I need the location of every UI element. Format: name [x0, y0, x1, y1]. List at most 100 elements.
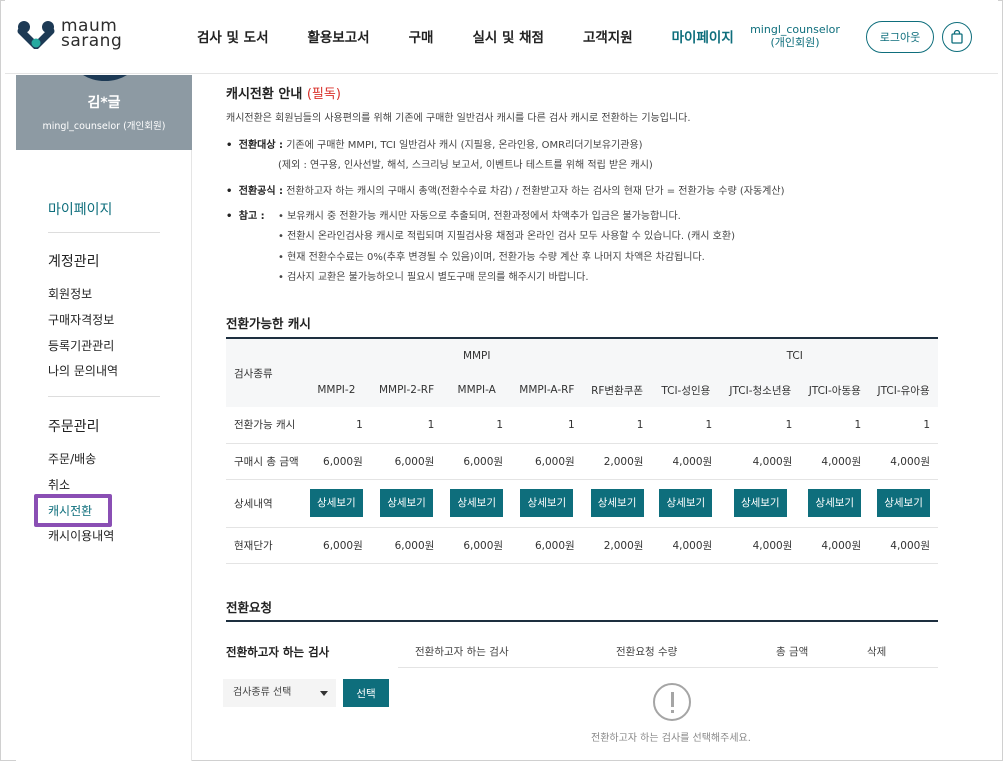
cash-table-col: MMPI-2 [317, 384, 356, 396]
nav-item-reports[interactable]: 활용보고서 [308, 26, 370, 46]
test-type-select-value: 검사종류 선택 [233, 687, 292, 698]
detail-button[interactable]: 상세보기 [733, 489, 787, 517]
cell-total: 4,000원 [800, 443, 870, 480]
notice-reference: • 참고 : [226, 211, 265, 222]
notice-ref-item: • 전환시 온라인검사용 캐시로 적립되며 지필검사용 채점과 온라인 검사 모… [278, 231, 735, 242]
detail-button[interactable]: 상세보기 [520, 489, 574, 517]
sidebar-item-institution[interactable]: 등록기관관리 [48, 337, 114, 354]
sidebar-item-cash-history[interactable]: 캐시이용내역 [48, 527, 114, 544]
cash-table: 검사종류 MMPI TCI MMPI-2 MMPI-2-RF MMPI-A MM… [226, 337, 938, 564]
cash-table-title: 전환가능한 캐시 [226, 316, 311, 331]
cash-table-col: JTCI-유아용 [877, 384, 930, 397]
cash-table-col: TCI-성인용 [661, 384, 711, 397]
notice-formula-text: 전환하고자 하는 캐시의 구매시 총액(전환수수료 차감) / 전환받고자 하는… [286, 186, 785, 197]
cell-price: 4,000원 [869, 527, 938, 564]
select-button[interactable]: 선택 [343, 679, 389, 707]
detail-button[interactable]: 상세보기 [877, 489, 931, 517]
table-row: 상세내역 상세보기 상세보기 상세보기 상세보기 상세보기 상세보기 상세보기 … [226, 479, 938, 528]
cart-button[interactable] [942, 22, 972, 52]
cell-available: 1 [511, 407, 583, 444]
notice-description: 캐시전환은 회원님들의 사용편의를 위해 기존에 구매한 일반검사 캐시를 다른… [226, 113, 691, 124]
sidebar-item-cancel[interactable]: 취소 [48, 476, 70, 493]
notice-ref-item: • 검사지 교환은 불가능하오니 필요시 별도구매 문의를 해주시기 바랍니다. [278, 272, 589, 283]
sidebar-item-purchase-qualification[interactable]: 구매자격정보 [48, 311, 114, 328]
sidebar-title[interactable]: 마이페이지 [48, 199, 112, 219]
notice-formula-label: 전환공식 : [238, 186, 284, 197]
cash-table-group-tci: TCI [786, 350, 803, 362]
chevron-down-icon [320, 691, 328, 696]
profile-card: 김*글 mingl_counselor (개인회원) [16, 75, 192, 150]
request-left-title: 전환하고자 하는 검사 [226, 645, 330, 659]
request-col-delete: 삭제 [867, 646, 887, 658]
cell-available: 1 [370, 407, 443, 444]
cell-available: 1 [651, 407, 721, 444]
table-row: 구매시 총 금액 6,000원 6,000원 6,000원 6,000원 2,0… [226, 443, 938, 480]
notice-ref-item: • 현재 전환수수료는 0%(추후 변경될 수 있음)이며, 전환가능 수량 계… [278, 252, 705, 263]
request-col-test: 전환하고자 하는 검사 [415, 646, 509, 658]
user-info[interactable]: mingl_counselor (개인회원) [745, 23, 845, 49]
sidebar-item-orders-shipping[interactable]: 주문/배송 [48, 450, 96, 467]
cell-price: 4,000원 [800, 527, 870, 564]
sidebar: 김*글 mingl_counselor (개인회원) 마이페이지 계정관리 회원… [16, 75, 192, 761]
empty-message: 전환하고자 하는 검사를 선택해주세요. [591, 733, 751, 744]
cash-table-col: JTCI-아동용 [808, 384, 861, 397]
logout-button[interactable]: 로그아웃 [866, 21, 934, 53]
shopping-bag-icon [951, 30, 963, 44]
cell-price: 6,000원 [302, 527, 371, 564]
cash-table-col: MMPI-A-RF [519, 384, 575, 396]
notice-ref-item: • 보유캐시 중 전환가능 캐시만 자동으로 추출되며, 전환과정에서 차액추가… [278, 211, 681, 222]
cell-available: 1 [442, 407, 512, 444]
profile-name: 김*글 [87, 95, 121, 111]
request-title: 전환요청 [226, 600, 273, 615]
row-label-detail: 상세내역 [226, 479, 302, 528]
site-header: maum sarang 검사 및 도서 활용보고서 구매 실시 및 채점 고객지… [5, 0, 998, 74]
sidebar-divider [48, 396, 160, 397]
cell-total: 6,000원 [302, 443, 371, 480]
request-col-qty: 전환요청 수량 [616, 646, 678, 658]
nav-item-support[interactable]: 고객지원 [583, 26, 633, 46]
notice-ref-label: 참고 : [238, 211, 265, 222]
user-id: mingl_counselor [750, 23, 840, 36]
table-row: 전환가능 캐시 1 1 1 1 1 1 1 1 1 [226, 407, 938, 444]
cell-available: 1 [800, 407, 870, 444]
sidebar-group-account: 계정관리 [48, 254, 100, 270]
request-col-total: 총 금액 [776, 646, 809, 658]
cash-table-col: JTCI-청소년용 [729, 384, 792, 397]
selection-highlight [34, 494, 112, 527]
nav-item-mypage[interactable]: 마이페이지 [672, 26, 734, 46]
request-header-divider [398, 667, 938, 668]
notice-target-exclude: (제외 : 연구용, 인사선발, 해석, 스크리닝 보고서, 이벤트나 테스트를… [278, 160, 653, 171]
sidebar-divider [48, 232, 160, 233]
cell-total: 4,000원 [651, 443, 721, 480]
cell-price: 6,000원 [511, 527, 583, 564]
exclamation-icon [653, 683, 691, 721]
main-nav: 검사 및 도서 활용보고서 구매 실시 및 채점 고객지원 마이페이지 [197, 26, 773, 46]
cell-total: 2,000원 [582, 443, 652, 480]
cell-price: 4,000원 [720, 527, 801, 564]
notice-target-label: 전환대상 : [238, 140, 284, 151]
profile-id: mingl_counselor (개인회원) [42, 121, 166, 132]
nav-item-purchase[interactable]: 구매 [409, 26, 434, 46]
detail-button[interactable]: 상세보기 [450, 489, 504, 517]
notice-target: • 전환대상 : 기존에 구매한 MMPI, TCI 일반검사 캐시 (지필용,… [226, 140, 643, 151]
cell-total: 4,000원 [720, 443, 801, 480]
cell-available: 1 [869, 407, 938, 444]
nav-item-tests-books[interactable]: 검사 및 도서 [197, 26, 269, 46]
sidebar-item-inquiries[interactable]: 나의 문의내역 [48, 362, 118, 379]
cash-table-group-mmpi: MMPI [462, 350, 491, 362]
detail-button[interactable]: 상세보기 [808, 489, 862, 517]
user-type: (개인회원) [770, 36, 820, 49]
test-type-select[interactable]: 검사종류 선택 [223, 679, 336, 707]
cell-price: 6,000원 [442, 527, 512, 564]
sidebar-item-member-info[interactable]: 회원정보 [48, 285, 92, 302]
cash-table-col: MMPI-2-RF [378, 384, 435, 396]
cell-price: 6,000원 [370, 527, 443, 564]
detail-button[interactable]: 상세보기 [659, 489, 713, 517]
nav-item-administer[interactable]: 실시 및 채점 [472, 26, 544, 46]
cell-price: 2,000원 [582, 527, 652, 564]
detail-button[interactable]: 상세보기 [309, 489, 363, 517]
detail-button[interactable]: 상세보기 [590, 489, 644, 517]
cell-total: 6,000원 [370, 443, 443, 480]
detail-button[interactable]: 상세보기 [380, 489, 434, 517]
logo[interactable]: maum sarang [17, 18, 122, 50]
